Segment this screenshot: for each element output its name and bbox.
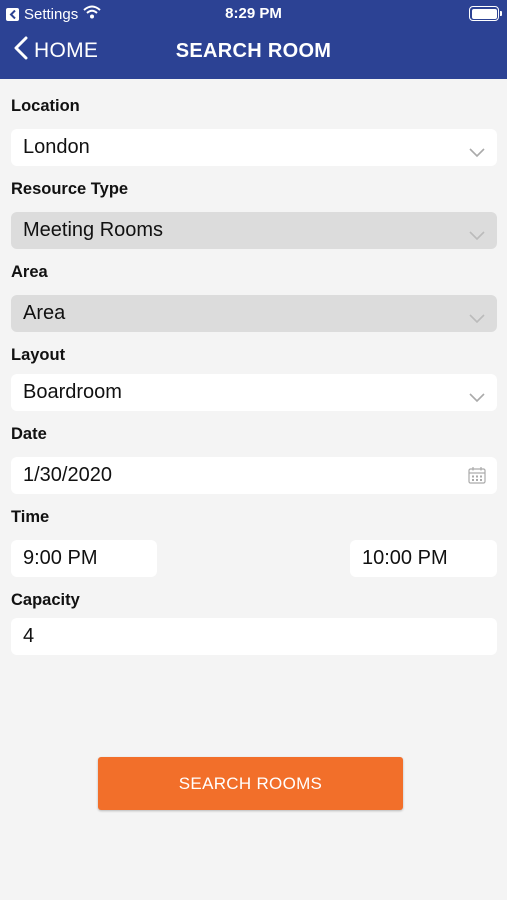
location-value: London [23, 136, 90, 158]
app-header: Settings 8:29 PM HOME SEARCH ROOM [0, 0, 507, 79]
layout-value: Boardroom [23, 381, 122, 403]
chevron-down-icon [469, 141, 485, 164]
start-time-field[interactable]: 9:00 PM [11, 540, 157, 577]
capacity-value: 4 [23, 625, 35, 647]
search-rooms-button[interactable]: SEARCH ROOMS [98, 757, 403, 810]
layout-select[interactable]: Boardroom [11, 374, 497, 411]
resource-type-value: Meeting Rooms [23, 219, 164, 241]
chevron-down-icon [469, 386, 485, 409]
chevron-down-icon [469, 224, 485, 247]
location-select[interactable]: London [11, 129, 497, 166]
date-label: Date [11, 425, 47, 443]
resource-type-label: Resource Type [11, 180, 129, 198]
time-label: Time [11, 508, 50, 526]
layout-label: Layout [11, 346, 66, 364]
chevron-down-icon [469, 307, 485, 330]
capacity-label: Capacity [11, 591, 80, 609]
page-title: SEARCH ROOM [175, 40, 332, 62]
area-select[interactable]: Area [11, 295, 497, 332]
calendar-icon[interactable] [468, 466, 486, 490]
area-value: Area [23, 302, 66, 324]
date-value: 1/30/2020 [23, 464, 112, 486]
status-time: 8:29 PM [225, 5, 282, 22]
end-time-field[interactable]: 10:00 PM [350, 540, 497, 577]
capacity-field[interactable]: 4 [11, 618, 497, 655]
location-label: Location [11, 97, 80, 115]
resource-type-select[interactable]: Meeting Rooms [11, 212, 497, 249]
status-bar: Settings 8:29 PM [0, 0, 507, 28]
battery-icon [469, 6, 502, 21]
date-field[interactable]: 1/30/2020 [11, 457, 497, 494]
end-time-value: 10:00 PM [362, 547, 448, 569]
area-label: Area [11, 263, 48, 281]
start-time-value: 9:00 PM [23, 547, 98, 569]
